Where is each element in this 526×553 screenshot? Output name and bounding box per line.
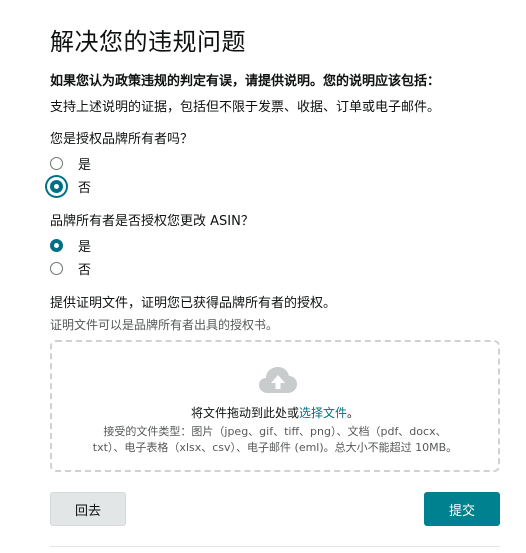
page-title: 解决您的违规问题 [50, 28, 246, 56]
radio-button[interactable] [50, 262, 63, 275]
radio-label: 是 [78, 158, 92, 173]
file-drop-zone[interactable]: 将文件拖动到此处或选择文件。 接受的文件类型：图片（jpeg、gif、tiff、… [50, 340, 500, 472]
accepted-types-line-2: txt）、电子表格（xlsx、csv）、电子邮件 (eml)。总大小不能超过 1… [92, 441, 458, 454]
accepted-file-types: 接受的文件类型：图片（jpeg、gif、tiff、png）、文档（pdf、doc… [52, 424, 498, 456]
radio-option-brand-owner-yes[interactable]: 是 [50, 154, 91, 173]
select-file-link[interactable]: 选择文件 [299, 406, 347, 420]
radio-option-asin-no[interactable]: 否 [50, 259, 91, 278]
cloud-upload-icon [258, 366, 298, 398]
radio-option-asin-yes[interactable]: 是 [50, 236, 91, 255]
drop-instructions: 将文件拖动到此处或选择文件。 [52, 404, 498, 421]
drop-prefix: 将文件拖动到此处或 [190, 406, 299, 420]
radio-label: 是 [78, 240, 92, 255]
footer-divider [50, 546, 500, 547]
radio-button[interactable] [50, 157, 63, 170]
radio-label: 否 [78, 263, 92, 278]
radio-button-selected[interactable] [50, 180, 63, 193]
radio-option-brand-owner-no[interactable]: 否 [50, 177, 91, 196]
accepted-types-line-1: 接受的文件类型：图片（jpeg、gif、tiff、png）、文档（pdf、doc… [103, 425, 447, 438]
drop-suffix: 。 [347, 406, 360, 420]
proof-label: 提供证明文件，证明您已获得品牌所有者的授权。 [50, 296, 337, 311]
radio-label: 否 [78, 181, 92, 196]
proof-hint: 证明文件可以是品牌所有者出具的授权书。 [50, 318, 279, 332]
submit-button[interactable]: 提交 [424, 492, 500, 526]
instructions-heading: 如果您认为政策违规的判定有误，请提供说明。您的说明应该包括： [50, 74, 441, 89]
question-brand-owner: 您是授权品牌所有者吗？ [50, 132, 194, 147]
question-asin-authorization: 品牌所有者是否授权您更改 ASIN？ [50, 214, 254, 229]
back-button[interactable]: 回去 [50, 492, 126, 526]
radio-button-selected[interactable] [50, 239, 63, 252]
instructions-text: 支持上述说明的证据，包括但不限于发票、收据、订单或电子邮件。 [50, 100, 441, 115]
